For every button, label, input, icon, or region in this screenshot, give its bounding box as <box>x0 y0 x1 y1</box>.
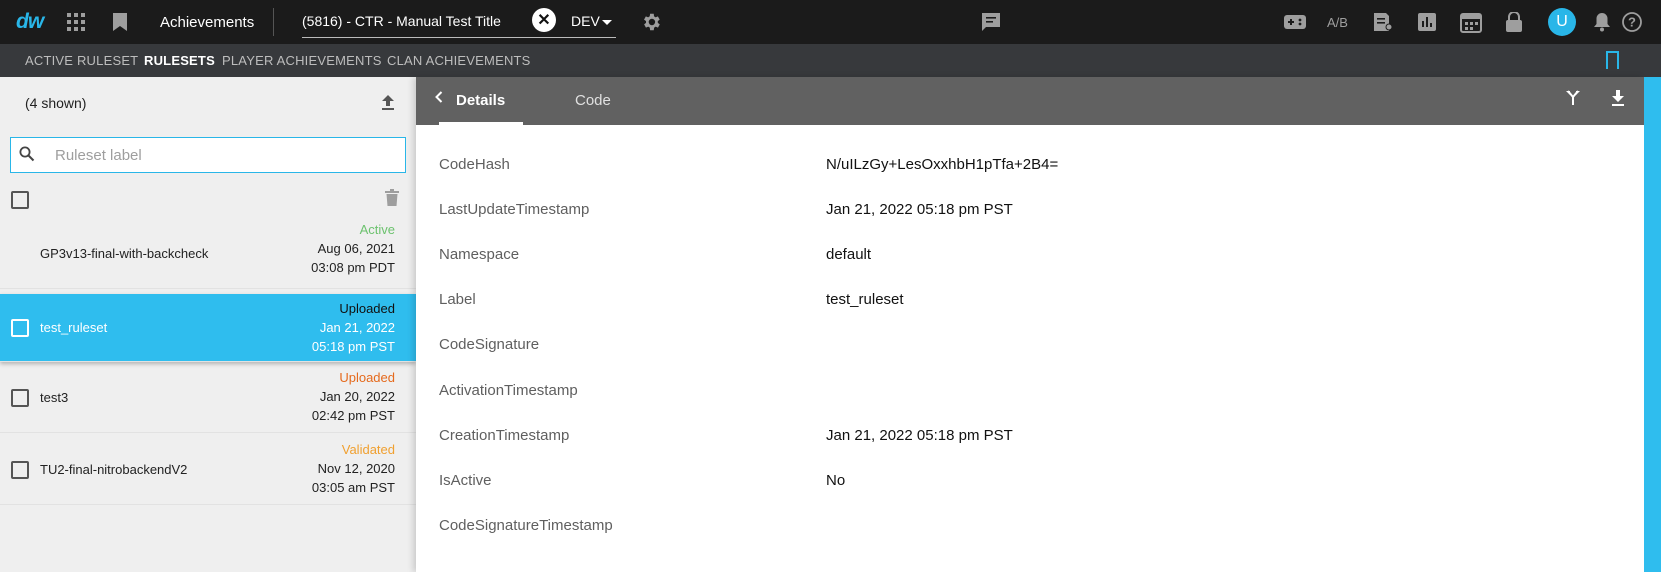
list-item-name: test_ruleset <box>40 320 108 335</box>
list-item-time: 05:18 pm PST <box>311 339 395 354</box>
list-item-time: 03:08 pm PDT <box>311 260 395 275</box>
bookmark-icon[interactable] <box>113 0 127 44</box>
bar-chart-icon[interactable] <box>1418 0 1436 44</box>
list-item-meta: Active Aug 06, 2021 03:08 pm PDT <box>311 220 395 277</box>
list-item-meta: Uploaded Jan 20, 2022 02:42 pm PST <box>312 368 395 425</box>
status-badge: Uploaded <box>339 301 395 316</box>
bookmark-outline-icon[interactable] <box>1606 51 1619 69</box>
field-label: CodeSignature <box>439 336 540 353</box>
field-label: ActivationTimestamp <box>439 382 578 399</box>
title-select[interactable]: (5816) - CTR - Manual Test Title <box>302 4 616 38</box>
detail-tabs: Details Code <box>416 77 1644 125</box>
notification-bell-icon[interactable] <box>1594 0 1610 44</box>
status-badge: Validated <box>341 442 395 457</box>
search-field[interactable] <box>10 137 406 173</box>
section-tabs: ACTIVE RULESET RULESETS PLAYER ACHIEVEME… <box>0 44 1661 77</box>
status-badge: Active <box>359 222 395 237</box>
search-icon <box>19 146 35 166</box>
side-accent-bar <box>1644 77 1661 572</box>
list-item-name: test3 <box>40 390 69 405</box>
field-label: CodeSignatureTimestamp <box>439 517 613 534</box>
app-title: Achievements <box>160 13 255 31</box>
list-item-selected[interactable]: test_ruleset Uploaded Jan 21, 2022 05:18… <box>0 294 416 362</box>
row-checkbox[interactable] <box>11 389 29 407</box>
field-label: IsActive <box>439 472 492 489</box>
field-value: Jan 21, 2022 05:18 pm PST <box>826 427 1013 444</box>
tab-clan-achievements[interactable]: CLAN ACHIEVEMENTS <box>387 44 531 77</box>
merge-icon[interactable] <box>1565 90 1581 111</box>
avatar[interactable]: U <box>1548 8 1576 36</box>
topbar-divider <box>273 8 274 36</box>
field-value: N/uILzGy+LesOxxhbH1pTfa+2B4= <box>826 156 1059 173</box>
select-all-checkbox[interactable] <box>11 191 29 209</box>
svg-text:?: ? <box>1628 15 1636 30</box>
list-item-name: TU2-final-nitrobackendV2 <box>40 462 188 477</box>
field-label: CodeHash <box>439 156 510 173</box>
list-item-date: Nov 12, 2020 <box>317 461 395 476</box>
tab-code[interactable]: Code <box>575 77 611 125</box>
gamepad-icon[interactable] <box>1284 0 1306 44</box>
list-item-date: Jan 21, 2022 <box>319 320 395 335</box>
search-input[interactable] <box>55 138 395 172</box>
ruleset-list-panel: (4 shown) GP3v13-final-with-backcheck Ac… <box>0 77 416 572</box>
top-app-bar: dw Achievements (5816) - CTR - Manual Te… <box>0 0 1661 44</box>
tab-player-achievements[interactable]: PLAYER ACHIEVEMENTS <box>222 44 382 77</box>
list-item-time: 03:05 am PST <box>311 480 395 495</box>
list-item-date: Aug 06, 2021 <box>317 241 395 256</box>
tab-details[interactable]: Details <box>456 77 505 125</box>
list-item-meta: Uploaded Jan 21, 2022 05:18 pm PST <box>312 299 395 356</box>
list-item-time: 02:42 pm PST <box>311 408 395 423</box>
chevron-down-icon[interactable] <box>602 20 612 25</box>
chat-icon[interactable] <box>981 0 1001 44</box>
title-select-value: (5816) - CTR - Manual Test Title <box>302 12 501 29</box>
field-value: default <box>826 246 872 263</box>
upload-icon[interactable] <box>381 95 395 116</box>
download-icon[interactable] <box>1611 90 1625 111</box>
active-tab-indicator <box>439 122 523 125</box>
ruleset-detail-panel: Details Code CodeHash N/uILzGy+LesOxxhbH… <box>416 77 1644 572</box>
chevron-left-icon[interactable] <box>435 90 443 107</box>
lock-icon[interactable] <box>1506 0 1522 44</box>
list-item-date: Jan 20, 2022 <box>319 389 395 404</box>
list-item[interactable]: test3 Uploaded Jan 20, 2022 02:42 pm PST <box>0 363 416 433</box>
field-value: test_ruleset <box>826 291 904 308</box>
apps-grid-icon[interactable] <box>67 0 85 44</box>
row-checkbox[interactable] <box>11 319 29 337</box>
tab-active-ruleset[interactable]: ACTIVE RULESET <box>25 44 138 77</box>
help-icon[interactable]: ? <box>1622 0 1642 44</box>
field-label: CreationTimestamp <box>439 427 570 444</box>
calendar-icon[interactable] <box>1460 0 1482 44</box>
list-item-meta: Validated Nov 12, 2020 03:05 am PST <box>312 440 395 497</box>
field-value: Jan 21, 2022 05:18 pm PST <box>826 201 1013 218</box>
list-item[interactable]: TU2-final-nitrobackendV2 Validated Nov 1… <box>0 435 416 505</box>
ab-test-icon[interactable]: A/B <box>1327 0 1348 44</box>
environment-select[interactable]: DEV <box>571 13 600 29</box>
shown-count: (4 shown) <box>25 95 87 111</box>
field-label: Label <box>439 291 476 308</box>
field-label: Namespace <box>439 246 520 263</box>
field-label: LastUpdateTimestamp <box>439 201 590 218</box>
delete-icon[interactable] <box>385 189 399 211</box>
xbox-icon: ✕ <box>532 8 556 32</box>
row-checkbox[interactable] <box>11 461 29 479</box>
document-icon[interactable] <box>1373 0 1393 44</box>
tab-rulesets[interactable]: RULESETS <box>144 44 215 77</box>
settings-gear-icon[interactable] <box>640 0 662 44</box>
list-item-name: GP3v13-final-with-backcheck <box>40 246 209 261</box>
status-badge: Uploaded <box>339 370 395 385</box>
list-item[interactable]: GP3v13-final-with-backcheck Active Aug 0… <box>0 219 416 289</box>
field-value: No <box>826 472 846 489</box>
dw-logo[interactable]: dw <box>16 0 44 44</box>
